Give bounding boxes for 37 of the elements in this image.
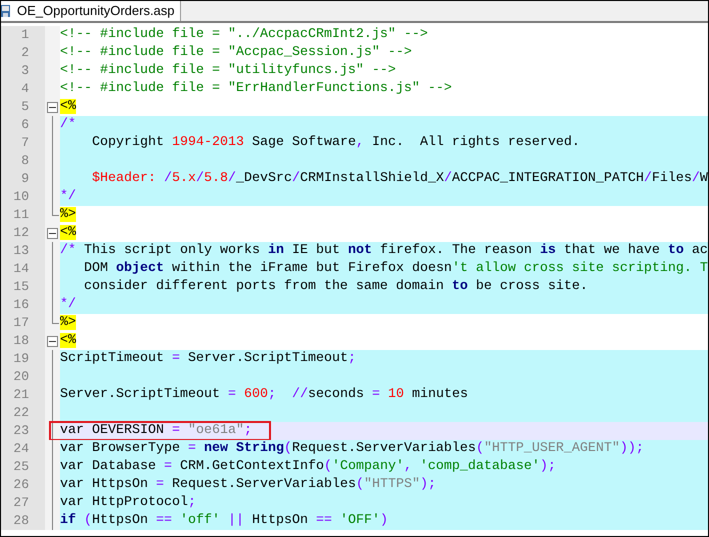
line-number: 13 (1, 242, 45, 260)
line-number: 3 (1, 62, 45, 80)
line-number: 27 (1, 494, 45, 512)
line-number: 21 (1, 386, 45, 404)
fold-margin (45, 26, 60, 44)
line-number: 26 (1, 476, 45, 494)
line-number: 7 (1, 134, 45, 152)
line-number: 19 (1, 350, 45, 368)
line-number: 14 (1, 260, 45, 278)
fold-margin (45, 440, 60, 458)
fold-margin (45, 512, 60, 530)
collapse-icon[interactable] (47, 102, 58, 113)
line-number: 1 (1, 26, 45, 44)
line-number: 11 (1, 206, 45, 224)
line-number: 12 (1, 224, 45, 242)
collapse-icon[interactable] (47, 228, 58, 239)
line-number: 16 (1, 296, 45, 314)
line-number: 20 (1, 368, 45, 386)
line-number: 8 (1, 152, 45, 170)
line-number: 18 (1, 332, 45, 350)
line-number: 17 (1, 314, 45, 332)
line-number: 6 (1, 116, 45, 134)
line-number: 22 (1, 404, 45, 422)
line-number: 2 (1, 44, 45, 62)
line-number: 4 (1, 80, 45, 98)
line-number: 10 (1, 188, 45, 206)
line-number: 25 (1, 458, 45, 476)
line-number: 28 (1, 512, 45, 530)
save-icon (1, 4, 13, 18)
collapse-icon[interactable] (47, 336, 58, 347)
line-number: 24 (1, 440, 45, 458)
line-number: 5 (1, 98, 45, 116)
line-number: 15 (1, 278, 45, 296)
line-number: 9 (1, 170, 45, 188)
file-tab[interactable]: OE_OpportunityOrders.asp (1, 1, 181, 21)
line-number: 23 (1, 422, 45, 440)
fold-margin (45, 404, 60, 422)
